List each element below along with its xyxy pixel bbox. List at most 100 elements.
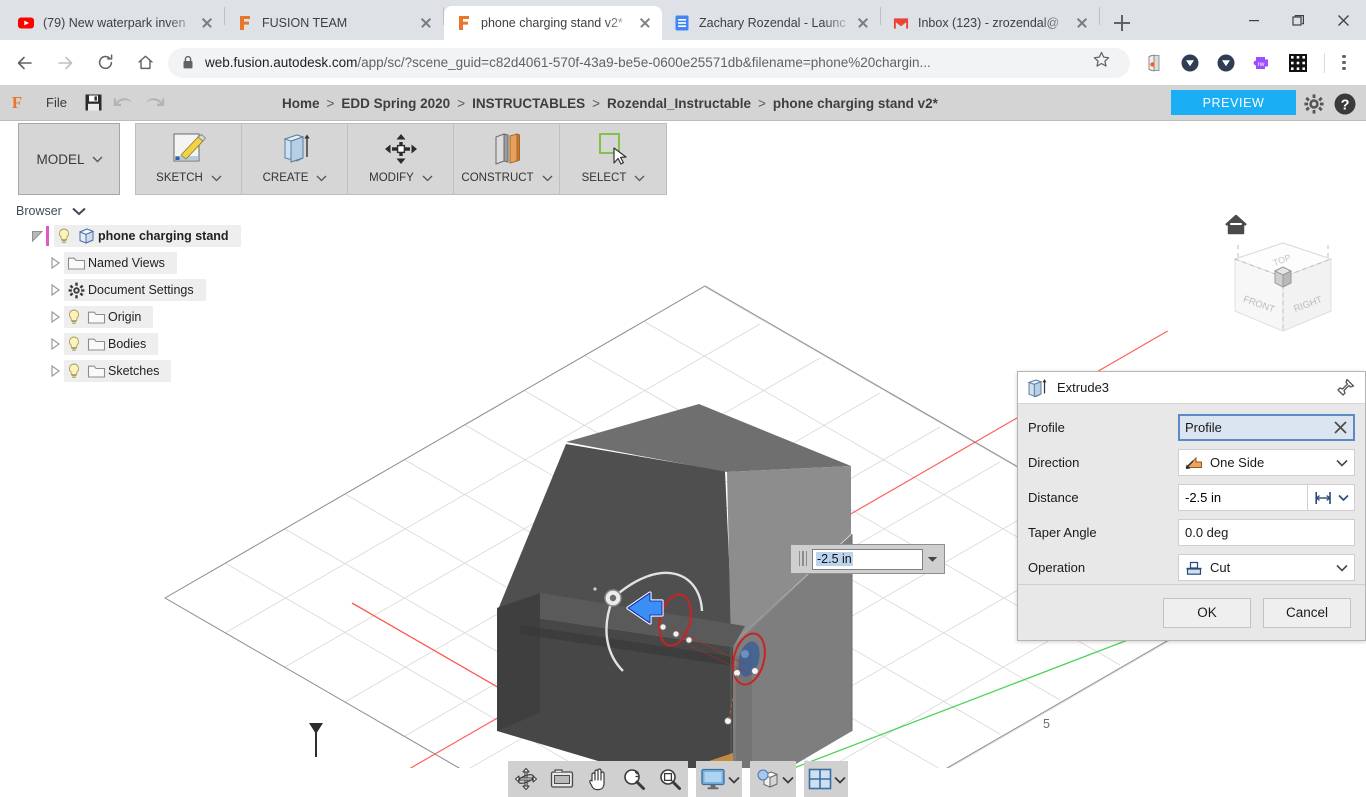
workspace-selector[interactable]: MODEL (18, 123, 120, 195)
reload-icon[interactable] (88, 46, 122, 80)
browser-panel-header[interactable]: Browser (0, 201, 300, 221)
help-icon[interactable]: ? (1333, 92, 1357, 116)
cancel-button[interactable]: Cancel (1263, 597, 1351, 628)
distance-measure-button[interactable] (1307, 484, 1355, 511)
breadcrumb-item-subfolder[interactable]: Rozendal_Instructable (607, 96, 751, 111)
dialog-titlebar[interactable]: Extrude3 (1018, 372, 1365, 404)
visibility-bulb-icon[interactable] (64, 336, 84, 352)
gear-icon[interactable] (1303, 93, 1325, 115)
close-button[interactable] (1321, 4, 1366, 36)
redo-icon[interactable] (139, 90, 169, 116)
ribbon-group-select[interactable]: SELECT (560, 124, 666, 194)
distance-value-box[interactable]: -2.5 in (812, 548, 923, 570)
shield-extension-icon[interactable] (1175, 48, 1205, 78)
zoom-in-icon[interactable] (616, 761, 652, 797)
expand-triangle-icon[interactable] (46, 311, 64, 323)
kebab-menu-icon[interactable] (1330, 48, 1358, 78)
chevron-down-icon[interactable] (211, 175, 222, 182)
pan-hand-icon[interactable] (580, 761, 616, 797)
shield2-extension-icon[interactable] (1211, 48, 1241, 78)
file-menu-button[interactable]: File (34, 95, 79, 110)
browser-tab-fusion-team[interactable]: FUSION TEAM (225, 6, 443, 40)
ok-button[interactable]: OK (1163, 597, 1251, 628)
undo-icon[interactable] (109, 90, 139, 116)
drag-handle-icon[interactable] (797, 551, 809, 567)
distance-input[interactable]: -2.5 in (1178, 484, 1307, 511)
ribbon-group-create[interactable]: CREATE (242, 124, 348, 194)
restore-button[interactable] (1276, 4, 1321, 36)
tree-item-phone-charging-stand[interactable]: phone charging stand (0, 224, 300, 248)
browser-tab-inbox[interactable]: Inbox (123) - zrozendal@ (881, 6, 1099, 40)
taper-angle-input[interactable]: 0.0 deg (1178, 519, 1355, 546)
expand-triangle-icon[interactable] (46, 257, 64, 269)
pan-look-at-icon[interactable] (544, 761, 580, 797)
close-icon[interactable] (1073, 14, 1091, 32)
chevron-down-icon[interactable] (728, 776, 740, 784)
expand-triangle-icon[interactable] (46, 284, 64, 296)
chevron-down-icon[interactable] (782, 776, 794, 784)
home-icon[interactable] (128, 46, 162, 80)
chevron-down-icon[interactable] (923, 556, 941, 563)
distance-control[interactable]: -2.5 in (1178, 484, 1355, 511)
view-cube[interactable]: TOP FRONT RIGHT (1208, 211, 1358, 351)
expand-triangle-icon[interactable] (46, 338, 64, 350)
save-icon[interactable] (79, 90, 109, 116)
breadcrumb-item-project[interactable]: EDD Spring 2020 (341, 96, 450, 111)
breadcrumb-item-folder[interactable]: INSTRUCTABLES (472, 96, 585, 111)
chevron-down-icon[interactable] (1336, 459, 1348, 467)
pin-icon[interactable] (1333, 376, 1357, 400)
close-icon[interactable] (198, 14, 216, 32)
forward-arrow-icon[interactable] (48, 46, 82, 80)
chevron-down-icon[interactable] (72, 207, 86, 216)
close-icon[interactable] (636, 14, 654, 32)
close-icon[interactable] (1333, 420, 1348, 435)
expand-triangle-icon[interactable] (46, 365, 64, 377)
browser-tab-youtube[interactable]: (79) New waterpark inven (6, 6, 224, 40)
bookmark-star-icon[interactable] (1092, 50, 1118, 76)
extrude-dialog[interactable]: Extrude3 Profile Profile Direction One S… (1017, 371, 1366, 641)
ribbon-group-sketch[interactable]: SKETCH (136, 124, 242, 194)
door-extension-icon[interactable] (1139, 48, 1169, 78)
chevron-down-icon[interactable] (422, 175, 433, 182)
operation-dropdown[interactable]: Cut (1178, 554, 1355, 581)
ribbon-group-modify[interactable]: MODIFY (348, 124, 454, 194)
close-icon[interactable] (417, 14, 435, 32)
back-arrow-icon[interactable] (8, 46, 42, 80)
chevron-down-icon[interactable] (316, 175, 327, 182)
modify-move-icon (383, 129, 419, 169)
chevron-down-icon[interactable] (634, 175, 645, 182)
rw-extension-icon[interactable]: rw (1247, 48, 1277, 78)
visual-style-button[interactable] (750, 761, 796, 797)
chevron-down-icon[interactable] (834, 776, 846, 784)
preview-button[interactable]: PREVIEW (1171, 90, 1296, 115)
tree-item-named-views[interactable]: Named Views (0, 251, 300, 275)
chevron-down-icon[interactable] (542, 175, 553, 182)
minimize-button[interactable] (1231, 4, 1276, 36)
tree-item-document-settings[interactable]: Document Settings (0, 278, 300, 302)
visibility-bulb-icon[interactable] (64, 363, 84, 379)
chevron-down-icon[interactable] (1337, 494, 1349, 502)
address-bar[interactable]: web.fusion.autodesk.com/app/sc/?scene_gu… (168, 47, 1130, 78)
browser-tab-phone-charging-stand[interactable]: phone charging stand v2* (444, 6, 662, 40)
orbit-icon[interactable] (508, 761, 544, 797)
display-settings-button[interactable] (696, 761, 742, 797)
tree-item-sketches[interactable]: Sketches (0, 359, 300, 383)
floating-distance-input[interactable]: -2.5 in (790, 544, 945, 574)
visibility-bulb-icon[interactable] (54, 228, 74, 244)
grid-extension-icon[interactable] (1283, 48, 1313, 78)
tree-item-origin[interactable]: Origin (0, 305, 300, 329)
breadcrumb-item-document[interactable]: phone charging stand v2* (773, 96, 938, 111)
grid-layout-button[interactable] (804, 761, 848, 797)
direction-dropdown[interactable]: One Side (1178, 449, 1355, 476)
profile-selection-field[interactable]: Profile (1178, 414, 1355, 441)
new-tab-button[interactable] (1108, 9, 1136, 37)
chevron-down-icon[interactable] (1336, 564, 1348, 572)
visibility-bulb-icon[interactable] (64, 309, 84, 325)
tree-item-bodies[interactable]: Bodies (0, 332, 300, 356)
ribbon-group-construct[interactable]: CONSTRUCT (454, 124, 560, 194)
breadcrumb-item-home[interactable]: Home (282, 96, 320, 111)
browser-tab-zachary-rozendal[interactable]: Zachary Rozendal - Launc (662, 6, 880, 40)
zoom-window-icon[interactable] (652, 761, 688, 797)
expand-triangle-icon[interactable] (28, 230, 46, 243)
close-icon[interactable] (854, 14, 872, 32)
